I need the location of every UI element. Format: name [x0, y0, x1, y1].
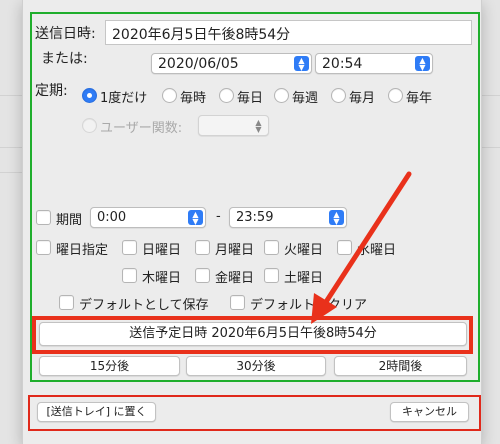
background-window-right	[482, 0, 500, 444]
schedule-send-sheet: 送信日時: 2020年6月5日午後8時54分 または: 2020/06/05 ▲…	[22, 0, 482, 444]
annotation-arrow-icon	[311, 171, 412, 324]
background-window-left	[0, 0, 22, 444]
